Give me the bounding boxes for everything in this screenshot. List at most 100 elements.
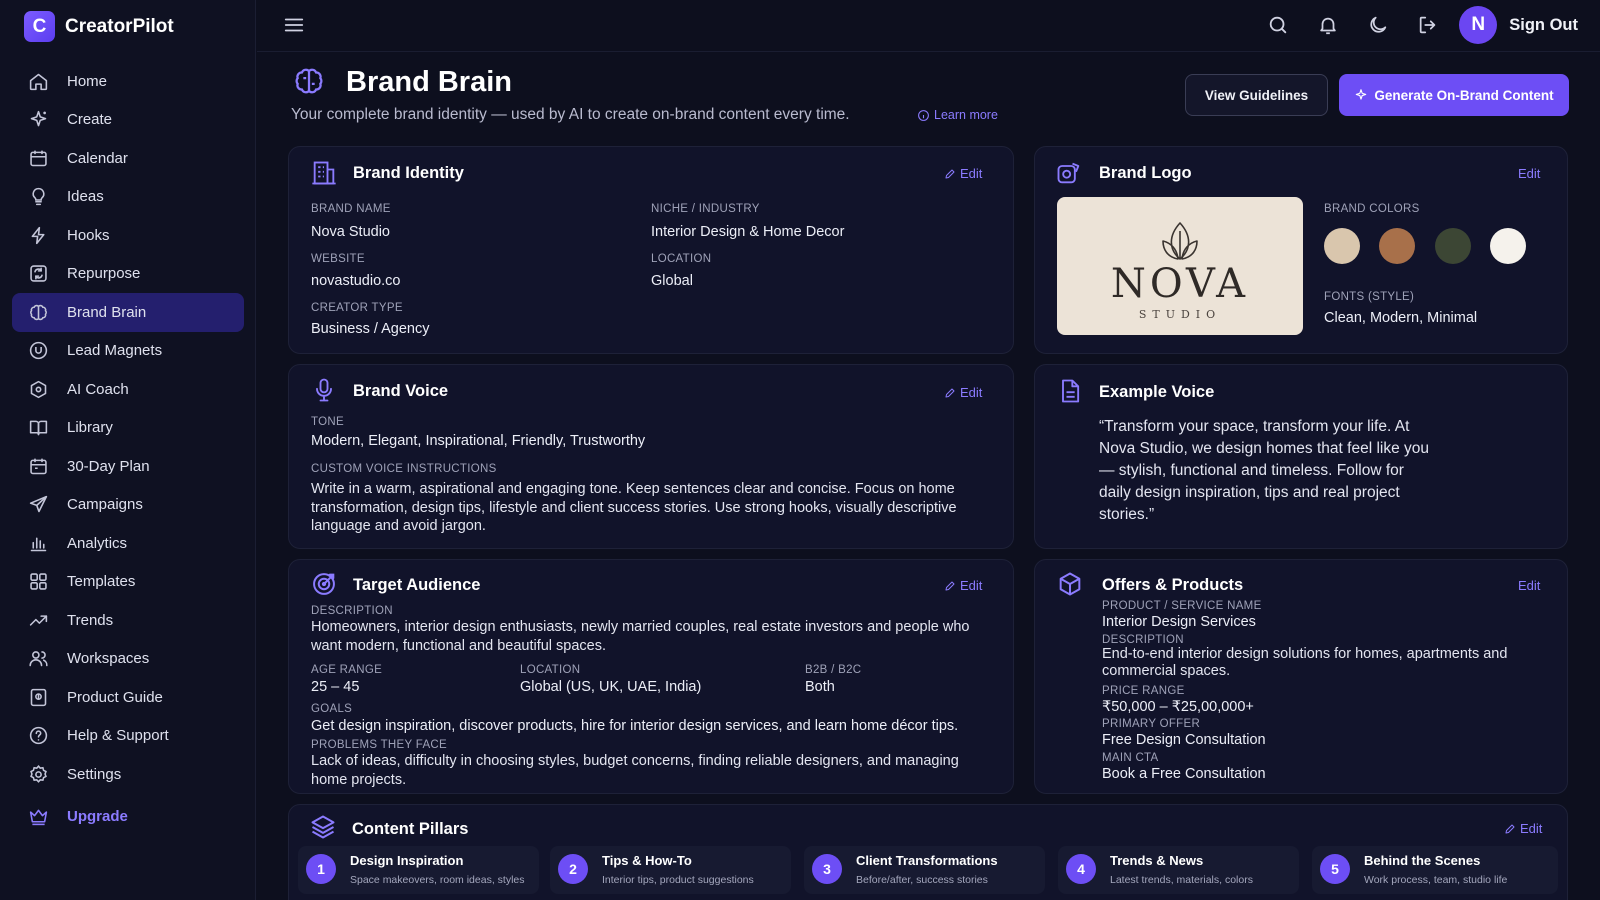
offers-products-title: Offers & Products <box>1102 576 1244 594</box>
product-name-value: Interior Design Services <box>1102 614 1256 630</box>
price-range-value: ₹50,000 – ₹25,00,000+ <box>1102 699 1254 715</box>
avatar[interactable]: N <box>1459 6 1498 44</box>
pillar-subtitle: Latest trends, materials, colors <box>1110 874 1253 886</box>
view-guidelines-button[interactable]: View Guidelines <box>1185 74 1328 116</box>
bar-chart-icon <box>28 533 49 554</box>
sidebar-item-30-day-plan[interactable]: 30-Day Plan <box>12 447 244 486</box>
pillar-number: 4 <box>1066 854 1096 884</box>
sidebar-item-ai-coach[interactable]: AI Coach <box>12 370 244 409</box>
tone-value: Modern, Elegant, Inspirational, Friendly… <box>311 433 646 449</box>
pillar-item-1[interactable]: 1 Design Inspiration Space makeovers, ro… <box>298 846 539 894</box>
edit-offers-button[interactable]: Edit <box>1518 578 1540 593</box>
color-swatch-2[interactable] <box>1379 228 1415 264</box>
color-swatch-3[interactable] <box>1435 228 1471 264</box>
pencil-icon <box>944 387 960 399</box>
learn-more-label: Learn more <box>934 108 998 122</box>
age-range-value: 25 – 45 <box>311 679 360 695</box>
menu-icon[interactable] <box>283 14 305 36</box>
guide-icon <box>28 687 49 708</box>
pillar-title: Design Inspiration <box>350 853 464 868</box>
sidebar-item-settings[interactable]: Settings <box>12 755 244 794</box>
sidebar-item-library[interactable]: Library <box>12 409 244 448</box>
logo-wordmark: NOVA <box>1110 261 1250 307</box>
sidebar-item-ideas[interactable]: Ideas <box>12 178 244 217</box>
sidebar-item-workspaces[interactable]: Workspaces <box>12 640 244 679</box>
sidebar-item-brand-brain[interactable]: Brand Brain <box>12 293 244 332</box>
topbar: N Sign Out <box>257 0 1600 52</box>
sidebar-item-templates[interactable]: Templates <box>12 563 244 602</box>
help-icon <box>28 725 49 746</box>
layers-icon <box>309 813 337 841</box>
edit-brand-voice-button[interactable]: Edit <box>944 385 982 400</box>
example-voice-text: “Transform your space, transform your li… <box>1099 418 1429 523</box>
users-icon <box>28 648 49 669</box>
topbar-actions: N Sign Out <box>1239 6 1578 44</box>
sidebar-item-campaigns[interactable]: Campaigns <box>12 486 244 525</box>
app-logo[interactable]: C CreatorPilot <box>24 11 174 42</box>
pillar-subtitle: Work process, team, studio life <box>1364 874 1508 886</box>
edit-pillars-button[interactable]: Edit <box>1504 821 1542 836</box>
sparkle-icon <box>28 109 49 130</box>
pillar-item-5[interactable]: 5 Behind the Scenes Work process, team, … <box>1312 846 1558 894</box>
edit-brand-identity-button[interactable]: Edit <box>944 166 982 181</box>
brand-identity-title: Brand Identity <box>353 164 464 182</box>
creator-type-label: CREATOR TYPE <box>311 302 403 314</box>
hook-icon <box>28 225 49 246</box>
building-icon <box>310 159 338 187</box>
audience-description-value: Homeowners, interior design enthusiasts,… <box>311 619 970 654</box>
sidebar-item-repurpose[interactable]: Repurpose <box>12 255 244 294</box>
sidebar-item-label: AI Coach <box>67 380 129 398</box>
pillar-number: 5 <box>1320 854 1350 884</box>
app-logo-mark: C <box>24 11 55 42</box>
crown-icon <box>28 806 49 827</box>
trend-icon <box>28 610 49 631</box>
primary-offer-label: PRIMARY OFFER <box>1102 718 1201 730</box>
sidebar-item-label: Lead Magnets <box>67 342 163 360</box>
pillar-item-2[interactable]: 2 Tips & How-To Interior tips, product s… <box>550 846 791 894</box>
sidebar-item-calendar[interactable]: Calendar <box>12 139 244 178</box>
moon-icon[interactable] <box>1367 14 1389 36</box>
send-icon <box>28 494 49 515</box>
learn-more-link[interactable]: Learn more <box>917 108 998 122</box>
color-swatch-1[interactable] <box>1324 228 1360 264</box>
sidebar-item-trends[interactable]: Trends <box>12 601 244 640</box>
edit-brand-logo-button[interactable]: Edit <box>1518 166 1540 181</box>
problems-value: Lack of ideas, difficulty in choosing st… <box>311 753 959 788</box>
templates-icon <box>28 571 49 592</box>
sidebar-item-label: Workspaces <box>67 650 150 668</box>
brand-name-label: BRAND NAME <box>311 203 391 215</box>
edit-target-audience-button[interactable]: Edit <box>944 578 982 593</box>
website-label: WEBSITE <box>311 253 365 265</box>
sidebar-item-label: Settings <box>67 765 122 783</box>
repurpose-icon <box>28 263 49 284</box>
brain-icon <box>292 64 326 98</box>
pillar-title: Trends & News <box>1110 853 1204 868</box>
sign-out-button[interactable]: Sign Out <box>1509 16 1578 35</box>
target-audience-title: Target Audience <box>353 576 481 594</box>
content-pillars-title: Content Pillars <box>352 820 469 838</box>
plan-calendar-icon <box>28 456 49 477</box>
sidebar-item-help-support[interactable]: Help & Support <box>12 717 244 756</box>
sidebar-item-create[interactable]: Create <box>12 101 244 140</box>
search-icon[interactable] <box>1267 14 1289 36</box>
sidebar-item-lead-magnets[interactable]: Lead Magnets <box>12 332 244 371</box>
product-name-label: PRODUCT / SERVICE NAME <box>1102 600 1262 612</box>
audience-location-value: Global (US, UK, UAE, India) <box>520 679 702 695</box>
pillar-subtitle: Before/after, success stories <box>856 874 988 886</box>
sidebar-item-home[interactable]: Home <box>12 62 244 101</box>
pillar-item-3[interactable]: 3 Client Transformations Before/after, s… <box>804 846 1045 894</box>
sidebar-item-hooks[interactable]: Hooks <box>12 216 244 255</box>
sparkle-icon <box>1354 88 1374 102</box>
generate-content-button[interactable]: Generate On-Brand Content <box>1339 74 1569 116</box>
color-swatch-4[interactable] <box>1490 228 1526 264</box>
logout-icon[interactable] <box>1417 14 1439 36</box>
sidebar-item-label: Repurpose <box>67 265 141 283</box>
sidebar-item-analytics[interactable]: Analytics <box>12 524 244 563</box>
info-icon <box>917 109 934 122</box>
sidebar-item-product-guide[interactable]: Product Guide <box>12 678 244 717</box>
pillar-number: 2 <box>558 854 588 884</box>
sidebar-item-upgrade[interactable]: Upgrade <box>12 798 244 837</box>
bell-icon[interactable] <box>1317 14 1339 36</box>
pillar-item-4[interactable]: 4 Trends & News Latest trends, materials… <box>1058 846 1299 894</box>
box-icon <box>1056 570 1084 598</box>
